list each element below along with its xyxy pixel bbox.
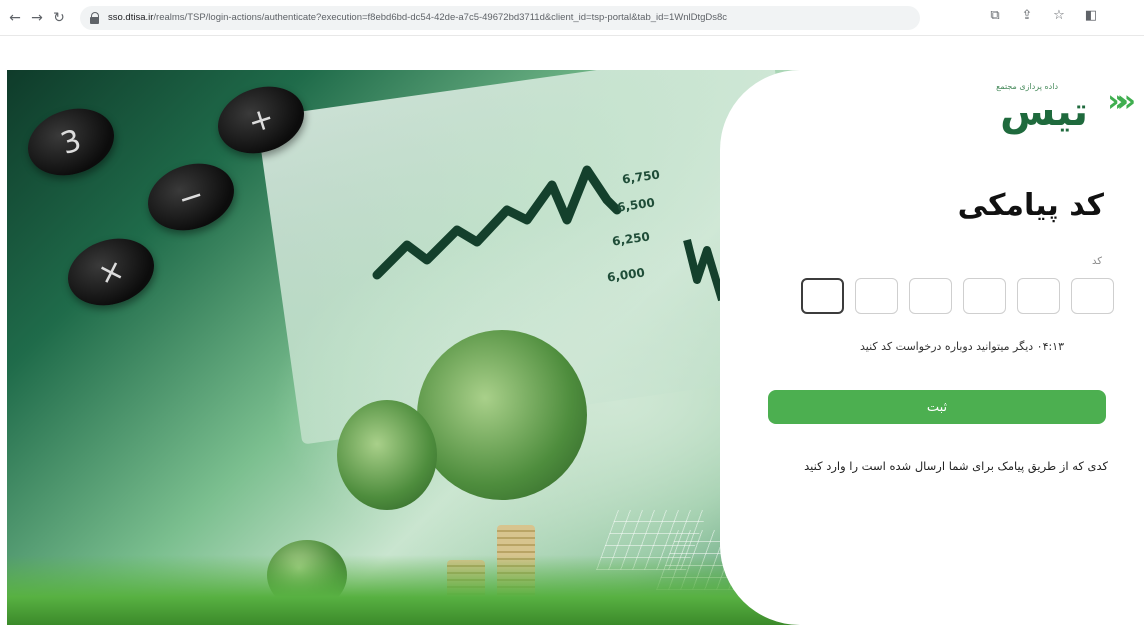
otp-digit-input[interactable]: [1071, 278, 1114, 314]
brand-logo: تیس: [1000, 89, 1088, 135]
translate-icon[interactable]: ⧉: [986, 6, 1004, 24]
submit-button[interactable]: ثبت: [768, 390, 1106, 424]
share-icon[interactable]: ⇪: [1018, 6, 1036, 24]
back-arrow-icon[interactable]: ←: [4, 7, 26, 29]
code-label: کد: [1091, 256, 1102, 267]
otp-digit-input[interactable]: [1017, 278, 1060, 314]
page-title: کد پیامکی: [957, 188, 1104, 223]
otp-digit-input[interactable]: [801, 278, 844, 314]
url-text[interactable]: sso.dtisa.ir/realms/TSP/login-actions/au…: [108, 12, 727, 23]
side-panel-icon[interactable]: ◧: [1082, 6, 1100, 24]
logo-arrows-icon: »»: [1107, 84, 1136, 119]
reload-icon[interactable]: ↻: [48, 7, 70, 29]
star-icon[interactable]: ☆: [1050, 6, 1068, 24]
otp-input-group: [801, 278, 1114, 314]
lock-icon[interactable]: [90, 11, 100, 24]
tree-image: [417, 330, 587, 500]
otp-digit-input[interactable]: [909, 278, 952, 314]
otp-digit-input[interactable]: [855, 278, 898, 314]
address-bar[interactable]: sso.dtisa.ir/realms/TSP/login-actions/au…: [80, 5, 920, 30]
tree-image: [337, 400, 437, 510]
resend-timer-text: ۰۴:۱۳ دیگر میتوانید دوباره درخواست کد کن…: [860, 340, 1064, 353]
browser-toolbar: ← → ↻ sso.dtisa.ir/realms/TSP/login-acti…: [0, 0, 1144, 36]
otp-digit-input[interactable]: [963, 278, 1006, 314]
instruction-text: کدی که از طریق پیامک برای شما ارسال شده …: [804, 459, 1108, 473]
forward-arrow-icon[interactable]: →: [26, 7, 48, 29]
